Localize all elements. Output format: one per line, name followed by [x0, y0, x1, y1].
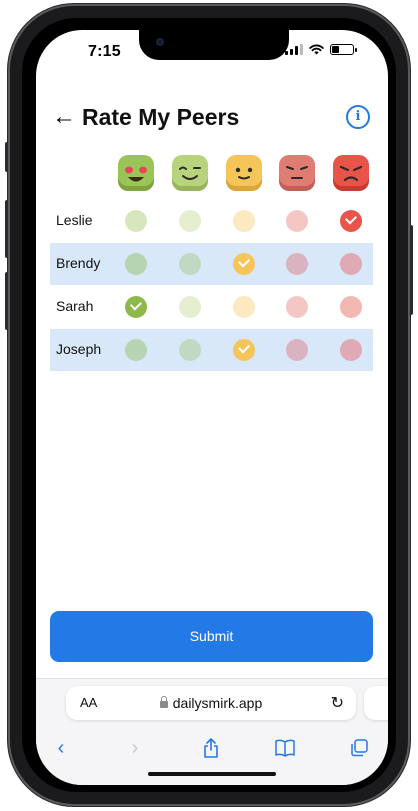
rating-radio-selected[interactable] — [233, 339, 255, 361]
info-icon[interactable]: i — [346, 105, 370, 129]
lock-icon — [159, 696, 168, 708]
angry-face-icon — [333, 155, 369, 191]
back-nav-icon[interactable]: ‹ — [46, 734, 76, 762]
app-header: ← Rate My Peers i — [52, 100, 374, 134]
status-time: 7:15 — [88, 43, 121, 60]
browser-chrome: AA dailysmirk.app ↻ ‹ › — [36, 678, 388, 785]
rating-radio[interactable] — [340, 296, 362, 318]
front-camera — [156, 38, 164, 46]
bookmarks-icon[interactable] — [270, 734, 300, 762]
rating-radio[interactable] — [179, 339, 201, 361]
page-title: Rate My Peers — [82, 103, 240, 130]
wink-face-icon — [172, 155, 208, 191]
rating-radio[interactable] — [286, 339, 308, 361]
url-text: dailysmirk.app — [172, 695, 263, 711]
url-display[interactable]: dailysmirk.app — [66, 695, 356, 711]
reload-icon[interactable]: ↻ — [331, 693, 344, 713]
home-indicator — [148, 772, 276, 776]
rating-radio[interactable] — [125, 253, 147, 275]
rating-radio[interactable] — [179, 296, 201, 318]
notch — [139, 30, 289, 60]
rating-radio[interactable] — [286, 296, 308, 318]
wifi-icon — [309, 44, 324, 55]
tabs-icon[interactable] — [344, 734, 374, 762]
phone-screen: 7:15 ← Rate My Peers i Leslie Brendy Sar… — [36, 30, 388, 785]
peer-name: Joseph — [56, 341, 102, 357]
share-icon[interactable] — [196, 734, 226, 762]
address-bar[interactable]: AA dailysmirk.app ↻ — [66, 686, 356, 720]
rating-radio[interactable] — [233, 296, 255, 318]
rating-radio[interactable] — [340, 339, 362, 361]
rating-radio[interactable] — [179, 253, 201, 275]
annoyed-face-icon — [279, 155, 315, 191]
peer-row: Joseph — [50, 329, 373, 371]
browser-toolbar: ‹ › — [36, 734, 388, 764]
rating-radio[interactable] — [340, 253, 362, 275]
rating-radio[interactable] — [233, 210, 255, 232]
rating-radio[interactable] — [286, 253, 308, 275]
rating-radio[interactable] — [286, 210, 308, 232]
rating-radio-selected[interactable] — [125, 296, 147, 318]
rating-radio-selected[interactable] — [340, 210, 362, 232]
love-face-icon — [118, 155, 154, 191]
next-tab-preview[interactable] — [364, 686, 388, 720]
peer-row: Brendy — [50, 243, 373, 285]
status-icons — [285, 44, 357, 55]
submit-button[interactable]: Submit — [50, 611, 373, 662]
peer-name: Leslie — [56, 212, 93, 228]
battery-icon — [330, 44, 357, 55]
rating-radio[interactable] — [179, 210, 201, 232]
rating-radio[interactable] — [125, 339, 147, 361]
rating-radio[interactable] — [125, 210, 147, 232]
rating-radio-selected[interactable] — [233, 253, 255, 275]
peer-row: Sarah — [50, 286, 373, 328]
cellular-signal-icon — [285, 44, 303, 55]
forward-nav-icon[interactable]: › — [120, 734, 150, 762]
peer-name: Sarah — [56, 298, 94, 314]
neutral-face-icon — [226, 155, 262, 191]
peer-name: Brendy — [56, 255, 101, 271]
peer-row: Leslie — [50, 200, 373, 242]
rating-scale-header — [50, 155, 373, 193]
back-arrow-icon[interactable]: ← — [52, 105, 82, 129]
